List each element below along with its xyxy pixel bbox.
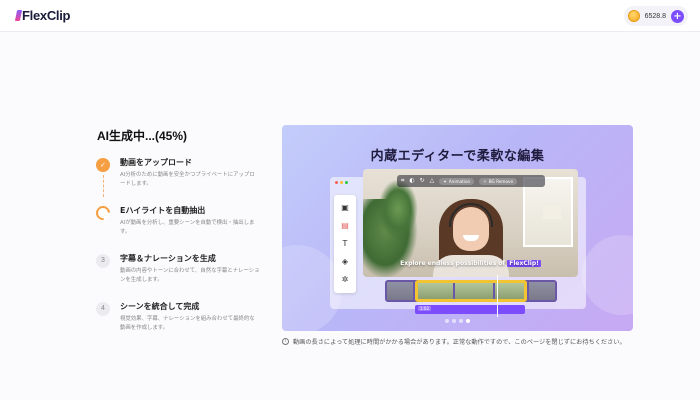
crop-icon: ⌗ — [401, 177, 405, 184]
layout-icon: ▣ — [341, 203, 349, 212]
info-icon: i — [282, 338, 289, 345]
clip-trim-selector — [415, 280, 527, 302]
pager-dot[interactable] — [452, 319, 456, 323]
timeline-track — [385, 280, 557, 302]
video-caption: Explore endless possibilities of FlexCli… — [400, 260, 541, 267]
top-header: FlexClip 6528.8 + — [0, 0, 700, 32]
step-description: AIが動画を分析し、重要シーンを自動で検出・抽出します。 — [120, 220, 255, 235]
step-item: Eハイライトを自動抽出 AIが動画を分析し、重要シーンを自動で検出・抽出します。 — [93, 203, 266, 251]
step-list: ✓ 動画をアップロード AI分析のために動画を安全かつプライベートにアップロード… — [93, 155, 266, 347]
animation-chip: ✦ Animation — [439, 177, 475, 185]
step-description: AI分析のために動画を安全かつプライベートにアップロードします。 — [120, 172, 255, 187]
step-item: 4 シーンを統合して完成 視覚効果、字幕、ナレーションを組み合わせて最終的な動画… — [96, 299, 266, 347]
step-description: 視覚効果、字幕、ナレーションを組み合わせて最終的な動画を作成します。 — [120, 316, 255, 331]
step-title: 動画をアップロード — [120, 158, 192, 167]
coin-icon — [627, 10, 640, 22]
rotate-icon: ↻ — [419, 177, 425, 184]
timeline-frame — [387, 282, 413, 300]
step-item: ✓ 動画をアップロード AI分析のために動画を安全かつプライベートにアップロード… — [96, 155, 266, 203]
animation-icon: ✦ — [443, 178, 447, 184]
credits-value: 6528.8 — [644, 12, 666, 20]
pager-dot[interactable] — [459, 319, 463, 323]
notice-text: 動画の長さによって処理に時間がかかる場合があります。正常な動作ですので、このペー… — [293, 339, 626, 346]
timeline-frame — [529, 282, 555, 300]
subtitle-chip: 1:02 — [418, 306, 431, 311]
step-number-badge: 3 — [96, 254, 110, 268]
pager-dot[interactable] — [445, 319, 449, 323]
loading-spinner-icon — [93, 203, 113, 223]
step-title: Eハイライトを自動抽出 — [120, 206, 206, 215]
step-item: 3 字幕＆ナレーションを生成 動画の内容やトーンに合わせて、自然な字幕とナレーシ… — [96, 251, 266, 299]
playhead — [497, 275, 498, 317]
step-description: 動画の内容やトーンに合わせて、自然な字幕とナレーションを生成します。 — [120, 268, 260, 283]
flexclip-logo[interactable]: FlexClip — [14, 8, 71, 23]
decorative-blob — [582, 235, 633, 315]
filter-icon: ◐ — [409, 177, 415, 184]
carousel-pager — [445, 319, 470, 323]
magic-icon: ✧ — [483, 178, 487, 184]
preview-toolbar: ⌗ ◐ ↻ △ ✦ Animation ✧ BG Remove — [397, 175, 545, 187]
processing-notice: i 動画の長さによって処理に時間がかかる場合があります。正常な動作ですので、この… — [282, 337, 642, 346]
checkmark-icon: ✓ — [96, 158, 110, 172]
window-dots — [335, 181, 348, 184]
step-connector — [103, 175, 104, 197]
effects-icon: ✲ — [341, 275, 349, 284]
step-title: シーンを統合して完成 — [120, 302, 200, 311]
elements-icon: ◈ — [341, 257, 349, 266]
bg-remove-chip: ✧ BG Remove — [479, 177, 518, 185]
step-number-badge: 4 — [96, 302, 110, 316]
credits-badge[interactable]: 6528.8 + — [623, 6, 688, 26]
add-credits-button[interactable]: + — [671, 9, 684, 23]
lamp-decoration — [543, 205, 561, 219]
media-icon: ▤ — [341, 221, 349, 230]
progress-title: AI生成中...(45%) — [97, 129, 188, 143]
step-title: 字幕＆ナレーションを生成 — [120, 254, 216, 263]
logo-text: lexClip — [29, 8, 71, 23]
feature-banner: 内蔵エディターで柔軟な編集 ▣ ▤ T ◈ ✲ ⌗ ◐ ↻ △ ✦ Animati… — [282, 125, 633, 331]
preview-video-frame: ⌗ ◐ ↻ △ ✦ Animation ✧ BG Remove Explore en… — [363, 169, 578, 277]
plant-decoration — [378, 179, 418, 239]
banner-title: 内蔵エディターで柔軟な編集 — [370, 149, 545, 164]
text-icon: T — [342, 239, 348, 248]
subtitle-track: 1:02 — [415, 305, 525, 314]
editor-tool-panel: ▣ ▤ T ◈ ✲ — [334, 195, 356, 293]
pager-dot-active[interactable] — [466, 319, 470, 323]
adjust-icon: △ — [429, 177, 435, 184]
